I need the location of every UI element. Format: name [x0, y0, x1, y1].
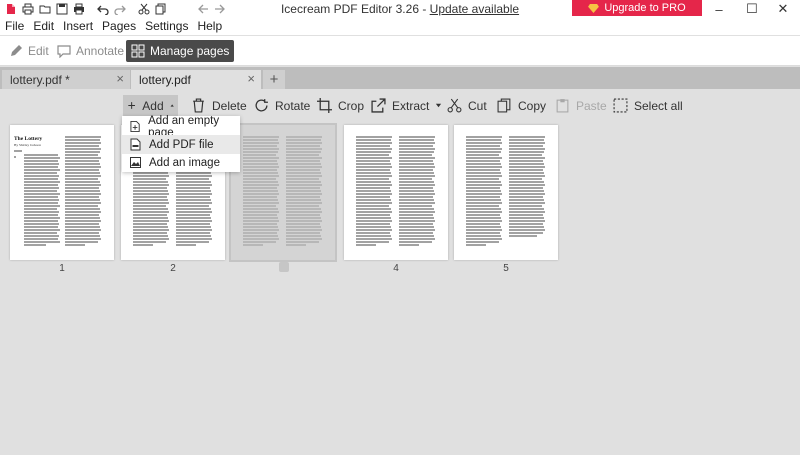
select-all-icon — [613, 98, 628, 113]
caret-down-icon — [436, 103, 442, 108]
page-toolbar: Add Delete Rotate Crop Extract Cut Copy … — [0, 89, 800, 121]
title-bar: Icecream PDF Editor 3.26 - Update availa… — [0, 0, 800, 18]
add-dropdown-menu: Add an empty page Add PDF file Add an im… — [122, 115, 240, 172]
redo-icon[interactable] — [113, 2, 127, 16]
trash-icon — [193, 98, 204, 113]
rotate-icon — [255, 99, 268, 112]
export-icon — [371, 98, 386, 113]
page-number: 5 — [503, 263, 509, 274]
tab-close-icon[interactable]: × — [116, 71, 124, 86]
forward-arrow-icon[interactable] — [213, 2, 227, 16]
back-arrow-icon[interactable] — [196, 2, 210, 16]
blank-page-icon — [130, 120, 140, 133]
close-window-button[interactable]: ✕ — [766, 0, 800, 18]
new-file-icon[interactable] — [4, 2, 18, 16]
page-text-lines — [243, 136, 322, 246]
open-folder-icon[interactable] — [38, 2, 52, 16]
pdf-file-icon — [130, 138, 141, 151]
cut-icon[interactable] — [137, 2, 151, 16]
mode-annotate-label: Annotate — [76, 44, 125, 58]
menu-help[interactable]: Help — [197, 19, 222, 33]
tab-lottery-modified[interactable]: lottery.pdf * × — [2, 70, 130, 89]
add-label: Add — [142, 98, 164, 113]
page-1-title: The Lottery — [14, 136, 43, 142]
add-image-item[interactable]: Add an image — [122, 153, 240, 172]
save-icon[interactable] — [55, 2, 69, 16]
mode-edit-label: Edit — [28, 44, 49, 58]
pencil-icon — [11, 45, 22, 56]
page-thumbnail-4[interactable] — [344, 125, 448, 260]
print-icon[interactable] — [72, 2, 86, 16]
app-name: Icecream PDF Editor 3.26 - — [280, 2, 430, 16]
delete-button[interactable]: Delete — [187, 95, 251, 116]
plus-icon — [128, 102, 135, 109]
undo-icon[interactable] — [96, 2, 110, 16]
scissors-icon — [447, 98, 462, 113]
delete-label: Delete — [212, 98, 247, 113]
diamond-icon — [588, 3, 600, 13]
image-icon — [130, 157, 141, 168]
crop-button[interactable]: Crop — [313, 95, 368, 116]
paste-label: Paste — [576, 98, 607, 113]
menu-pages[interactable]: Pages — [102, 19, 136, 33]
add-button[interactable]: Add — [123, 95, 178, 116]
extract-button[interactable]: Extract — [367, 95, 446, 116]
add-pdf-file-item[interactable]: Add PDF file — [122, 135, 240, 154]
select-all-label: Select all — [634, 98, 683, 113]
page-drag-handle[interactable] — [279, 262, 289, 272]
menu-settings[interactable]: Settings — [145, 19, 188, 33]
cut-button[interactable]: Cut — [443, 95, 491, 116]
add-image-label: Add an image — [149, 156, 220, 169]
menu-insert[interactable]: Insert — [63, 19, 93, 33]
menu-file[interactable]: File — [5, 19, 24, 33]
grid-icon — [131, 44, 145, 58]
page-thumbnail-5[interactable] — [454, 125, 558, 260]
copy-icon — [497, 98, 511, 113]
tab-close-icon[interactable]: × — [247, 71, 255, 86]
menu-edit[interactable]: Edit — [33, 19, 54, 33]
page-number: 1 — [59, 263, 65, 274]
rotate-label: Rotate — [275, 98, 311, 113]
page-text-lines — [356, 136, 435, 246]
page-text-lines — [466, 136, 545, 246]
add-pdf-file-label: Add PDF file — [149, 138, 214, 151]
cut-label: Cut — [468, 98, 487, 113]
maximize-button[interactable]: ☐ — [735, 0, 769, 18]
mode-bar: Edit Annotate Manage pages — [0, 36, 800, 66]
select-all-button[interactable]: Select all — [609, 95, 687, 116]
extract-label: Extract — [392, 98, 430, 113]
mode-manage-pages-label: Manage pages — [150, 44, 230, 58]
tab-label: lottery.pdf * — [10, 72, 70, 87]
clipboard-icon — [556, 99, 569, 113]
page-1-author: By Shirley Jackson — [14, 143, 42, 147]
tab-lottery[interactable]: lottery.pdf × — [131, 70, 261, 89]
copy-label: Copy — [518, 98, 547, 113]
print-icon[interactable] — [21, 2, 35, 16]
page-thumbnail-3[interactable] — [229, 123, 337, 262]
upgrade-label: Upgrade to PRO — [604, 2, 686, 14]
paste-button[interactable]: Paste — [551, 95, 611, 116]
tab-bar: lottery.pdf * × lottery.pdf × + — [0, 67, 800, 89]
add-empty-page-item[interactable]: Add an empty page — [122, 115, 240, 139]
new-tab-button[interactable]: + — [263, 70, 285, 89]
comment-icon — [57, 45, 71, 58]
crop-label: Crop — [338, 98, 365, 113]
page-number: 4 — [393, 263, 399, 274]
mode-annotate[interactable]: Annotate — [52, 40, 129, 62]
minimize-button[interactable]: – — [702, 0, 736, 18]
mode-edit[interactable]: Edit — [4, 40, 54, 62]
copy-icon[interactable] — [154, 2, 168, 16]
mode-manage-pages[interactable]: Manage pages — [126, 40, 235, 62]
caret-up-icon — [170, 104, 174, 107]
menu-bar: File Edit Insert Pages Settings Help — [0, 17, 800, 35]
upgrade-button[interactable]: Upgrade to PRO — [572, 0, 702, 16]
update-link[interactable]: Update available — [430, 2, 519, 16]
rotate-button[interactable]: Rotate — [250, 95, 314, 116]
crop-icon — [317, 98, 332, 113]
copy-button[interactable]: Copy — [493, 95, 550, 116]
page-number: 2 — [170, 263, 176, 274]
tab-label: lottery.pdf — [139, 72, 191, 87]
